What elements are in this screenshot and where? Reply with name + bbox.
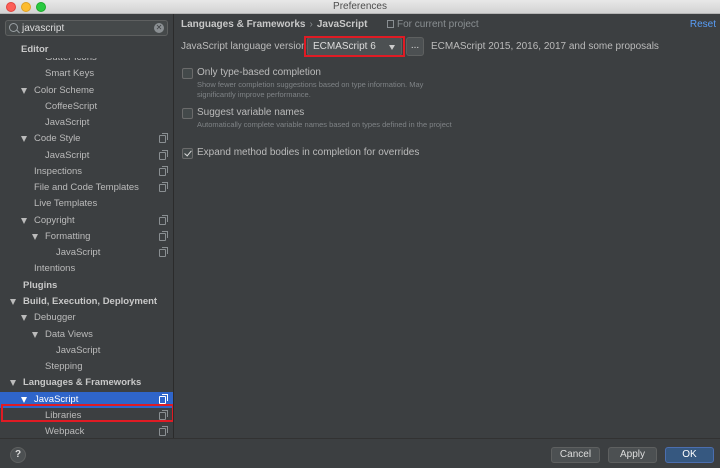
breadcrumb: Languages & Frameworks › JavaScript	[181, 19, 367, 30]
tree-item-smart-keys[interactable]: Smart Keys	[0, 66, 173, 82]
language-version-label: JavaScript language version	[181, 41, 307, 52]
expand-arrow-icon[interactable]	[21, 396, 27, 403]
option-label: Only type-based completion	[197, 67, 321, 78]
ok-button[interactable]: OK	[665, 447, 714, 463]
tree-item-copyright[interactable]: Copyright	[0, 213, 173, 229]
tree-item-formatting-javascript[interactable]: JavaScript	[0, 245, 173, 261]
language-version-more-button[interactable]: ...	[406, 37, 424, 56]
tree-item-label: Languages & Frameworks	[23, 377, 142, 389]
search-field[interactable]: javascript ✕	[5, 20, 168, 36]
project-settings-icon	[159, 393, 168, 404]
clear-search-icon[interactable]: ✕	[154, 23, 164, 33]
expand-method-bodies-checkbox[interactable]	[182, 148, 193, 159]
tree-item-label: Gutter Icons	[45, 58, 97, 66]
tree-item-coffeescript[interactable]: CoffeeScript	[0, 99, 173, 115]
project-settings-icon	[159, 149, 168, 160]
tree-item-label: JavaScript	[56, 247, 101, 259]
tree-item-label: Stepping	[45, 361, 83, 373]
tree-item-label: Inspections	[34, 165, 83, 177]
project-settings-icon	[159, 247, 168, 258]
expand-arrow-icon[interactable]	[21, 87, 27, 94]
suggest-variable-names-checkbox[interactable]	[182, 108, 193, 119]
tree-item-build-execution-deployment[interactable]: Build, Execution, Deployment	[0, 294, 173, 310]
reset-link[interactable]: Reset	[690, 19, 716, 30]
option-hint: Automatically complete variable names ba…	[197, 120, 452, 129]
settings-sidebar: javascript ✕ Editor Gutter Icons Smart K…	[0, 14, 174, 438]
project-settings-icon	[159, 230, 168, 241]
tree-item-intentions[interactable]: Intentions	[0, 261, 173, 277]
expand-arrow-icon[interactable]	[32, 233, 38, 240]
tree-item-color-scheme[interactable]: Color Scheme	[0, 83, 173, 99]
project-settings-icon	[159, 165, 168, 176]
tree-item-label: Copyright	[34, 214, 75, 226]
search-input[interactable]: javascript	[22, 23, 64, 34]
tree-item-color-scheme-javascript[interactable]: JavaScript	[0, 115, 173, 131]
tree-item-data-views-javascript[interactable]: JavaScript	[0, 343, 173, 359]
option-hint: Show fewer completion suggestions based …	[197, 80, 424, 99]
expand-arrow-icon[interactable]	[32, 331, 38, 338]
breadcrumb-current: JavaScript	[316, 19, 368, 30]
dialog-footer: ? Cancel Apply OK	[0, 438, 720, 468]
tree-item-label: JavaScript	[45, 149, 90, 161]
tree-item-label: JavaScript	[56, 344, 101, 356]
tree-item-label: Webpack	[45, 426, 85, 438]
tree-item-inspections[interactable]: Inspections	[0, 164, 173, 180]
tree-item-label: Smart Keys	[45, 68, 95, 80]
title-bar: Preferences	[0, 0, 720, 14]
expand-arrow-icon[interactable]	[21, 315, 27, 322]
breadcrumb-separator-icon: ›	[309, 19, 313, 30]
tree-item-languages-frameworks[interactable]: Languages & Frameworks	[0, 375, 173, 391]
option-label: Expand method bodies in completion for o…	[197, 147, 420, 158]
tree-item-label: Debugger	[34, 312, 76, 324]
expand-arrow-icon[interactable]	[10, 298, 16, 305]
scope-label: For current project	[397, 19, 479, 30]
tree-item-gutter-icons[interactable]: Gutter Icons	[0, 58, 173, 66]
tree-item-data-views[interactable]: Data Views	[0, 327, 173, 343]
breadcrumb-parent: Languages & Frameworks	[181, 19, 306, 30]
option-label: Suggest variable names	[197, 107, 305, 118]
tree-item-live-templates[interactable]: Live Templates	[0, 196, 173, 212]
window-title: Preferences	[333, 1, 387, 12]
project-settings-icon	[387, 20, 394, 28]
tree-item-label: Data Views	[45, 328, 93, 340]
expand-arrow-icon[interactable]	[21, 136, 27, 143]
apply-button[interactable]: Apply	[608, 447, 657, 463]
cancel-button[interactable]: Cancel	[551, 447, 600, 463]
search-icon	[9, 23, 18, 32]
tree-item-label: Code Style	[34, 133, 81, 145]
tree-item-formatting[interactable]: Formatting	[0, 229, 173, 245]
language-version-description: ECMAScript 2015, 2016, 2017 and some pro…	[431, 41, 659, 52]
type-based-completion-checkbox[interactable]	[182, 68, 193, 79]
project-settings-icon	[159, 133, 168, 144]
tree-item-label: File and Code Templates	[34, 182, 139, 194]
tree-item-label: Color Scheme	[34, 84, 95, 96]
tree-item-file-code-templates[interactable]: File and Code Templates	[0, 180, 173, 196]
tree-item-label: JavaScript	[45, 117, 90, 129]
project-settings-icon	[159, 182, 168, 193]
tree-item-code-style[interactable]: Code Style	[0, 131, 173, 147]
help-button[interactable]: ?	[10, 447, 26, 463]
tree-item-label: Plugins	[23, 279, 58, 291]
tree-item-debugger[interactable]: Debugger	[0, 310, 173, 326]
tree-item-label: Formatting	[45, 230, 91, 242]
settings-tree: Editor Gutter Icons Smart Keys Color Sch…	[0, 42, 173, 438]
scope-indicator: For current project	[387, 19, 479, 30]
tree-item-editor[interactable]: Editor	[0, 42, 173, 58]
highlight-selected-item	[1, 404, 173, 422]
tree-item-label: Intentions	[34, 263, 76, 275]
project-settings-icon	[159, 426, 168, 437]
tree-item-code-style-javascript[interactable]: JavaScript	[0, 148, 173, 164]
tree-item-plugins[interactable]: Plugins	[0, 278, 173, 294]
settings-content-panel: Languages & Frameworks › JavaScript For cu…	[175, 14, 720, 438]
project-settings-icon	[159, 214, 168, 225]
tree-item-stepping[interactable]: Stepping	[0, 359, 173, 375]
tree-item-label: Editor	[21, 44, 49, 55]
tree-item-label: CoffeeScript	[45, 100, 98, 112]
tree-item-webpack[interactable]: Webpack	[0, 424, 173, 438]
tree-item-label: Live Templates	[34, 198, 98, 210]
expand-arrow-icon[interactable]	[21, 217, 27, 224]
tree-item-label: Build, Execution, Deployment	[23, 295, 158, 307]
highlight-dropdown	[304, 36, 405, 57]
expand-arrow-icon[interactable]	[10, 380, 16, 387]
